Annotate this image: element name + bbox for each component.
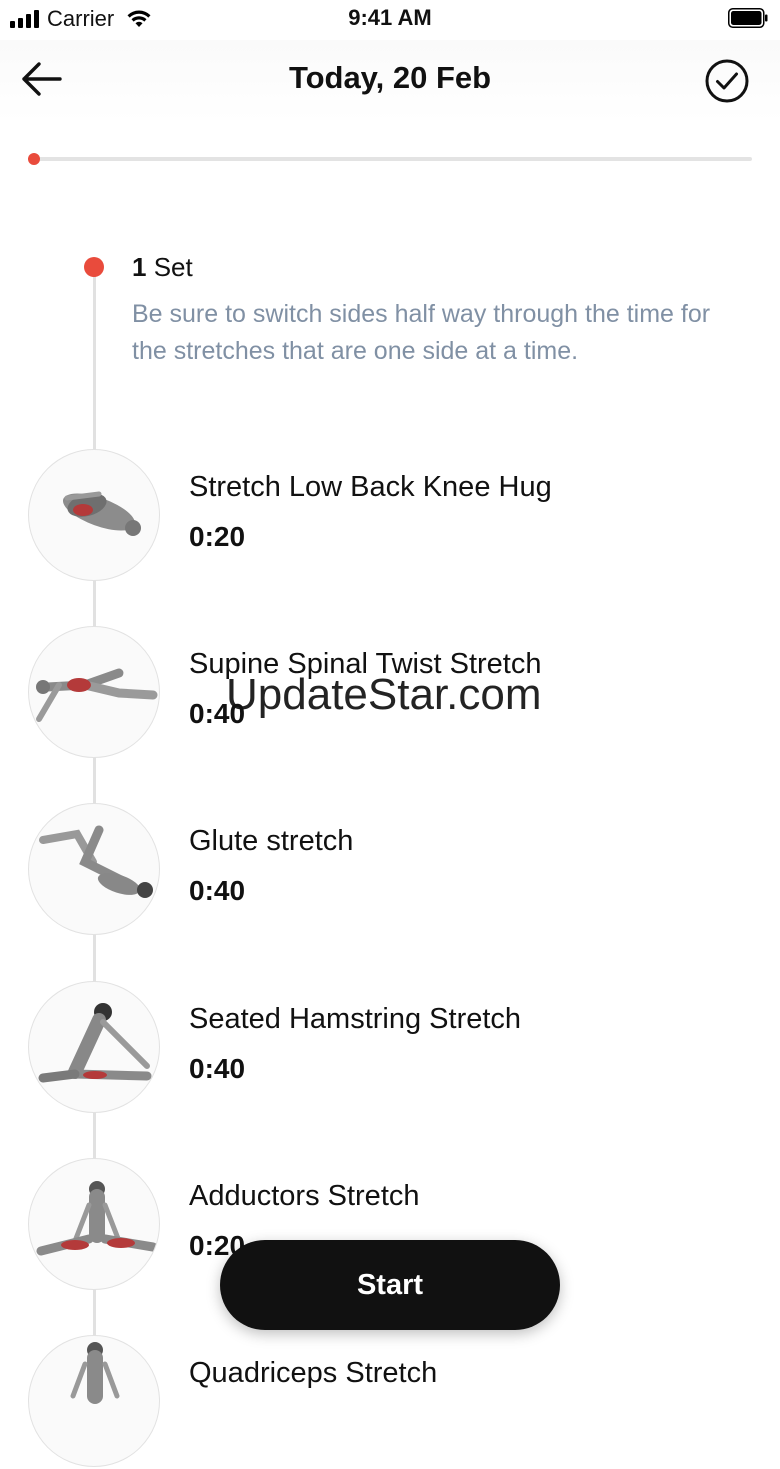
exercise-name: Stretch Low Back Knee Hug	[189, 471, 552, 503]
set-number: 1	[132, 252, 147, 282]
adductor-stretch-figure-icon	[36, 1181, 158, 1256]
hamstring-stretch-figure-icon	[38, 1003, 152, 1083]
glute-stretch-figure-icon	[39, 825, 153, 898]
page-title: Today, 20 Feb	[288, 60, 492, 95]
check-circle-icon	[705, 59, 749, 103]
exercise-duration: 0:40	[189, 1053, 246, 1084]
workout-progress	[28, 152, 752, 166]
progress-indicator	[28, 153, 40, 165]
status-time: 9:41 AM	[348, 5, 432, 30]
knee-hug-figure-icon	[62, 491, 141, 536]
exercise-item[interactable]: Seated Hamstring Stretch 0:40	[28, 981, 768, 1115]
exercise-name: Glute stretch	[189, 825, 354, 857]
spinal-twist-figure-icon	[36, 668, 158, 722]
exercise-item[interactable]: Stretch Low Back Knee Hug 0:20	[28, 449, 768, 583]
set-marker	[84, 257, 104, 277]
progress-track	[34, 157, 752, 161]
status-bar: Carrier 9:41 AM	[0, 0, 780, 40]
exercise-name: Seated Hamstring Stretch	[189, 1003, 522, 1035]
exercise-thumbnail	[28, 981, 160, 1113]
exercise-item[interactable]: Quadriceps Stretch	[28, 1335, 768, 1469]
exercise-item[interactable]: Glute stretch 0:40	[28, 803, 768, 937]
set-instructions: Be sure to switch sides half way through…	[132, 300, 711, 365]
complete-button[interactable]	[704, 58, 750, 104]
start-button[interactable]: Start	[220, 1240, 560, 1330]
exercise-thumbnail	[28, 626, 160, 758]
exercise-name: Adductors Stretch	[189, 1180, 420, 1212]
battery-icon	[728, 8, 768, 28]
set-label: Set	[153, 252, 193, 282]
exercise-duration: 0:40	[189, 875, 246, 906]
exercise-duration: 0:20	[189, 521, 246, 552]
exercise-thumbnail	[28, 449, 160, 581]
exercise-name: Quadriceps Stretch	[189, 1357, 438, 1389]
exercise-thumbnail	[28, 1158, 160, 1290]
set-heading: 1 Set	[132, 252, 193, 283]
header: Today, 20 Feb	[0, 40, 780, 122]
exercise-thumbnail	[28, 803, 160, 935]
exercise-thumbnail	[28, 1335, 160, 1467]
watermark: UpdateStar.com	[226, 670, 542, 719]
quadriceps-stretch-figure-icon	[70, 1342, 120, 1404]
